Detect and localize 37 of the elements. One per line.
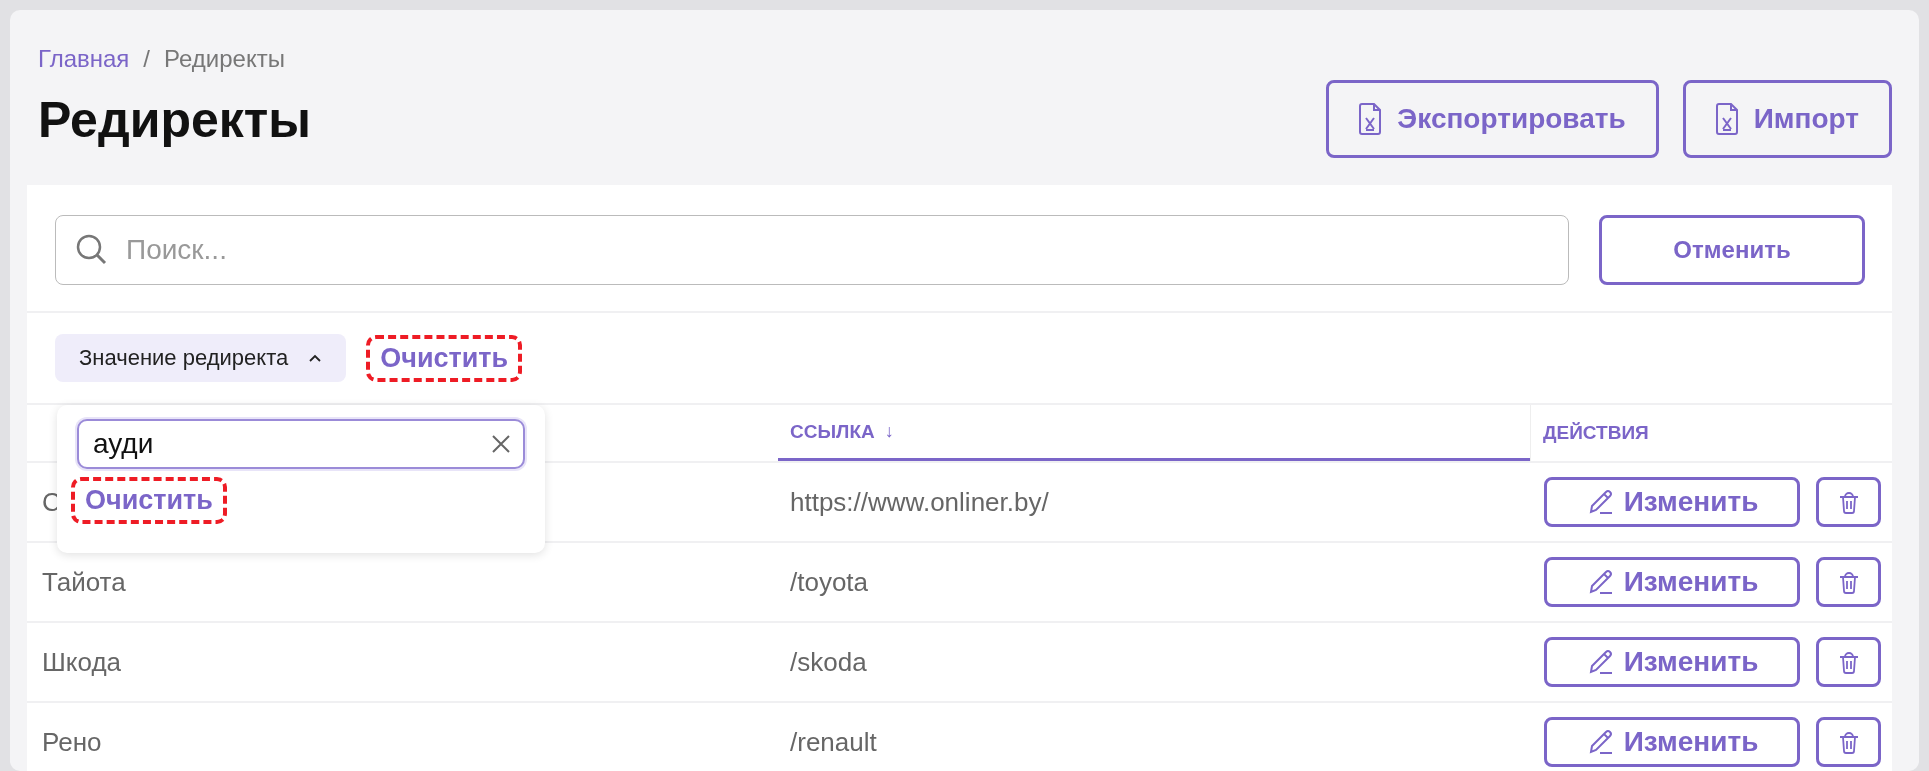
edit-button[interactable]: Изменить xyxy=(1544,637,1800,687)
clear-button[interactable]: Очистить xyxy=(71,477,227,524)
clear-button[interactable]: Очистить xyxy=(366,334,523,382)
spreadsheet-file-icon xyxy=(1715,102,1740,136)
table-cell: /toyota xyxy=(790,566,869,598)
delete-button[interactable] xyxy=(1816,717,1881,767)
table-cell: /skoda xyxy=(790,646,867,678)
filter-input[interactable]: ауди xyxy=(77,419,525,469)
breadcrumb-separator: / xyxy=(143,45,151,73)
page-title: Редиректы xyxy=(38,91,311,149)
column-header[interactable]: ДЕЙСТВИЯ xyxy=(1530,405,1892,461)
spreadsheet-file-icon xyxy=(1359,102,1384,136)
column-label: ДЕЙСТВИЯ xyxy=(1543,422,1649,444)
delete-button[interactable] xyxy=(1816,557,1881,607)
close-icon[interactable] xyxy=(491,434,511,454)
cancel-button[interactable]: Отменить xyxy=(1599,215,1865,285)
search-field[interactable]: Поиск... xyxy=(55,215,1569,285)
delete-button[interactable] xyxy=(1816,477,1881,527)
breadcrumb-link[interactable]: Главная xyxy=(38,45,130,73)
column-label: ССЫЛКА xyxy=(790,420,875,443)
breadcrumb-current: Редиректы xyxy=(164,45,285,73)
edit-button[interactable]: Изменить xyxy=(1544,557,1800,607)
chevron-icon xyxy=(308,353,323,363)
table-cell: Рено xyxy=(42,726,102,758)
table-cell: Шкода xyxy=(42,646,121,678)
sort-icon: ↓ xyxy=(884,421,894,442)
filter-dropdown[interactable]: Значение редиректа xyxy=(55,334,347,382)
search-icon xyxy=(75,233,109,267)
file-button[interactable]: Импорт xyxy=(1682,80,1892,158)
edit-button[interactable]: Изменить xyxy=(1544,717,1800,767)
table-cell: https://www.onliner.by/ xyxy=(790,486,1049,518)
file-button[interactable]: Экспортировать xyxy=(1326,80,1659,158)
table-cell: /renault xyxy=(790,726,877,758)
edit-button[interactable]: Изменить xyxy=(1544,477,1800,527)
table-cell: Тайота xyxy=(42,566,126,598)
column-header[interactable]: ССЫЛКА ↓ xyxy=(778,405,1530,461)
delete-button[interactable] xyxy=(1816,637,1881,687)
